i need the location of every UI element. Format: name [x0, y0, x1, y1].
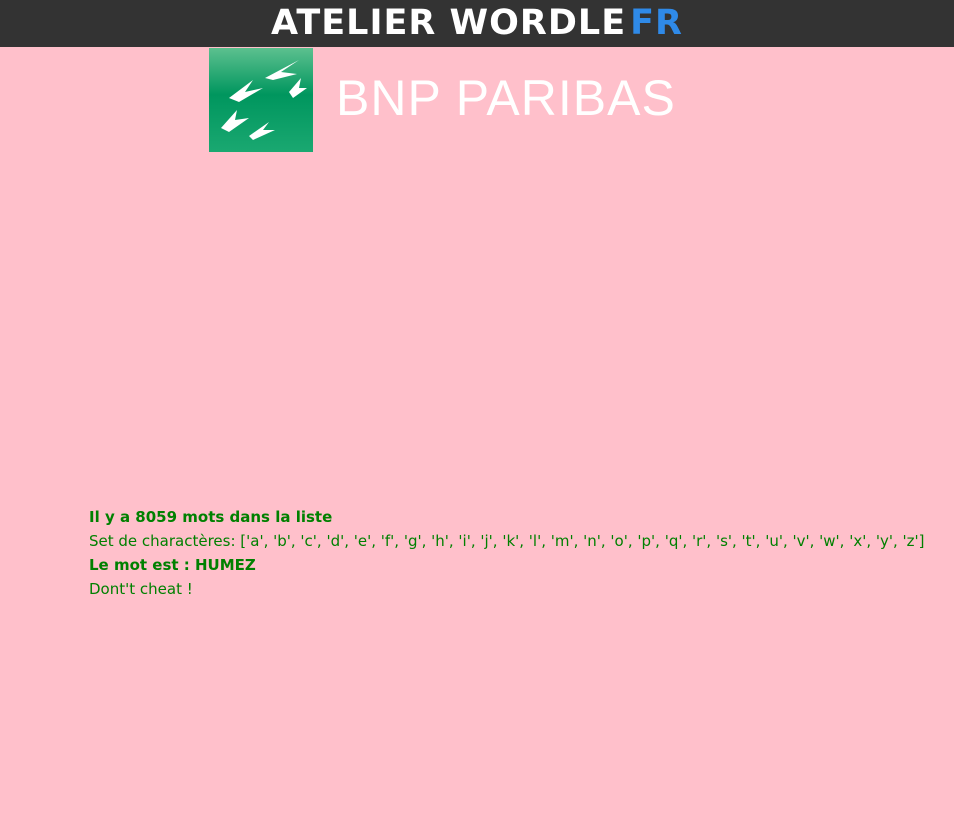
top-bar: ATELIER WORDLE FR — [0, 0, 954, 47]
bnp-stars-logo-icon — [209, 48, 313, 152]
word-count-text: Il y a 8059 mots dans la liste — [89, 508, 333, 526]
app-title-accent: FR — [630, 3, 683, 43]
logo-wordmark: BNP PARIBAS — [336, 70, 676, 126]
bnp-paribas-logo: BNP PARIBAS — [209, 48, 719, 152]
warning-text: Dont't cheat ! — [89, 580, 193, 598]
charset-text: Set de charactères: ['a', 'b', 'c', 'd',… — [89, 532, 925, 550]
app-title-main: ATELIER WORDLE — [271, 3, 627, 43]
info-panel: Il y a 8059 mots dans la liste Set de ch… — [89, 505, 925, 601]
app-title[interactable]: ATELIER WORDLE FR — [271, 0, 683, 47]
answer-text: Le mot est : HUMEZ — [89, 556, 256, 574]
